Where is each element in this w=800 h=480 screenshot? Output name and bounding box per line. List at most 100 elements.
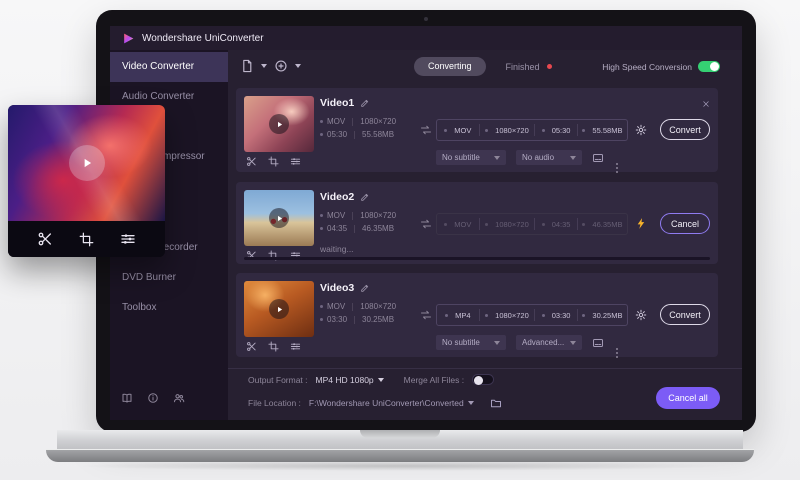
crop-icon[interactable] — [79, 232, 94, 247]
subtitle-dropdown[interactable]: No subtitle — [436, 150, 506, 165]
sidebar-item-toolbox[interactable]: Toolbox — [110, 293, 228, 323]
add-files-icon — [274, 59, 288, 73]
conversion-progress-bar — [244, 257, 710, 260]
guide-book-icon[interactable] — [121, 392, 133, 404]
remove-video-button[interactable] — [700, 94, 712, 113]
chevron-down-icon — [494, 155, 500, 160]
file-location-row: File Location : F:\Wondershare UniConver… — [248, 397, 502, 409]
chevron-down-icon — [467, 401, 474, 405]
video-title: Video2 — [320, 191, 355, 203]
video2-source-info: MOV 1080×720 04:35 46.35MB — [320, 209, 396, 235]
finished-badge-dot — [546, 64, 552, 69]
video1-options-row: No subtitle No audio — [436, 150, 618, 165]
output-format-label: Output Format : — [248, 374, 308, 385]
close-icon — [702, 100, 710, 108]
laptop-shadow — [70, 461, 730, 471]
rename-icon[interactable] — [360, 98, 370, 108]
subtitle-editor-icon[interactable] — [592, 337, 604, 349]
subtitle-dropdown[interactable]: No subtitle — [436, 335, 506, 350]
video3-source-info: MOV 1080×720 03:30 30.25MB — [320, 300, 396, 326]
conversion-status-text: waiting... — [320, 244, 354, 254]
effects-icon[interactable] — [120, 231, 136, 247]
output-format-dropdown[interactable]: MP4 HD 1080p — [316, 375, 384, 385]
subtitle-editor-icon[interactable] — [592, 152, 604, 164]
convert-direction-icon — [420, 124, 432, 136]
file-location-dropdown[interactable]: F:\Wondershare UniConverter\Converted — [309, 398, 474, 408]
file-location-label: File Location : — [248, 398, 301, 408]
tab-finished[interactable]: Finished — [506, 62, 552, 72]
video3-output-settings[interactable]: MP4 1080×720 03:30 30.25MB — [436, 304, 628, 326]
video3-thumbnail[interactable] — [244, 281, 314, 337]
rename-icon[interactable] — [360, 283, 370, 293]
effects-icon[interactable] — [290, 341, 301, 352]
open-folder-icon[interactable] — [490, 397, 502, 409]
high-speed-toggle[interactable] — [698, 61, 720, 72]
video-card-2: Video2 MOV 1080×720 04:35 46.35MB MOV 1080… — [236, 182, 718, 264]
video3-edit-tools — [246, 341, 301, 352]
rename-icon[interactable] — [360, 192, 370, 202]
wondershare-logo-icon — [124, 33, 134, 43]
settings-gear-icon[interactable] — [635, 309, 647, 321]
play-icon[interactable] — [269, 114, 289, 134]
sidebar-item-video-converter[interactable]: Video Converter — [110, 52, 228, 82]
community-icon[interactable] — [173, 392, 185, 404]
player-toolbar — [8, 221, 165, 257]
trim-icon[interactable] — [246, 341, 257, 352]
export-file-button[interactable] — [240, 59, 267, 73]
app-titlebar: Wondershare UniConverter — [110, 26, 742, 50]
convert-direction-icon — [420, 218, 432, 230]
crop-icon[interactable] — [268, 156, 279, 167]
audio-dropdown[interactable]: Advanced... — [516, 335, 582, 350]
chevron-down-icon — [261, 64, 267, 68]
play-icon — [80, 156, 94, 170]
video-title: Video3 — [320, 282, 355, 294]
video-card-1: Video1 MOV 1080×720 05:30 55.58MB MOV 1080… — [236, 88, 718, 172]
crop-icon[interactable] — [268, 341, 279, 352]
trim-icon[interactable] — [37, 231, 53, 247]
sidebar-item-dvd-burner[interactable]: DVD Burner — [110, 263, 228, 293]
main-panel: Converting Finished High Speed Conversio… — [228, 50, 742, 420]
video2-title-row: Video2 — [320, 191, 370, 203]
toggle-knob — [474, 375, 484, 385]
chevron-down-icon — [570, 155, 576, 160]
footer-divider — [228, 368, 742, 369]
convert-direction-icon — [420, 309, 432, 321]
cancel-button[interactable]: Cancel — [660, 213, 710, 234]
sidebar-footer — [121, 392, 185, 404]
high-speed-bolt-icon — [635, 217, 648, 230]
video2-output-settings: MOV 1080×720 04:35 46.35MB — [436, 213, 628, 235]
add-files-button[interactable] — [274, 59, 301, 73]
laptop-lid-notch — [360, 430, 440, 438]
player-preview[interactable] — [8, 105, 165, 221]
video1-edit-tools — [246, 156, 301, 167]
chevron-down-icon — [494, 340, 500, 345]
status-tabs: Converting Finished — [414, 57, 552, 76]
more-options-icon[interactable] — [616, 337, 618, 350]
convert-button[interactable]: Convert — [660, 304, 710, 325]
play-icon[interactable] — [269, 208, 289, 228]
video3-options-row: No subtitle Advanced... — [436, 335, 618, 350]
trim-icon[interactable] — [246, 156, 257, 167]
uniconverter-window: Wondershare UniConverter Video Converter… — [110, 26, 742, 420]
laptop-camera — [424, 17, 428, 21]
video1-source-info: MOV 1080×720 05:30 55.58MB — [320, 115, 396, 141]
convert-button[interactable]: Convert — [660, 119, 710, 140]
chevron-down-icon — [295, 64, 301, 68]
merge-all-files-toggle[interactable] — [472, 374, 495, 385]
more-options-icon[interactable] — [616, 152, 618, 165]
info-icon[interactable] — [147, 392, 159, 404]
video-title: Video1 — [320, 97, 355, 109]
play-button[interactable] — [68, 145, 105, 181]
effects-icon[interactable] — [290, 156, 301, 167]
audio-dropdown[interactable]: No audio — [516, 150, 582, 165]
video2-thumbnail[interactable] — [244, 190, 314, 246]
settings-gear-icon[interactable] — [635, 124, 647, 136]
tab-converting[interactable]: Converting — [414, 57, 486, 76]
play-icon[interactable] — [269, 299, 289, 319]
merge-all-files-label: Merge All Files : — [403, 374, 465, 385]
cancel-all-button[interactable]: Cancel all — [656, 387, 720, 409]
video1-output-settings[interactable]: MOV 1080×720 05:30 55.58MB — [436, 119, 628, 141]
video1-thumbnail[interactable] — [244, 96, 314, 152]
floating-video-player[interactable] — [8, 105, 165, 257]
chevron-down-icon — [570, 340, 576, 345]
